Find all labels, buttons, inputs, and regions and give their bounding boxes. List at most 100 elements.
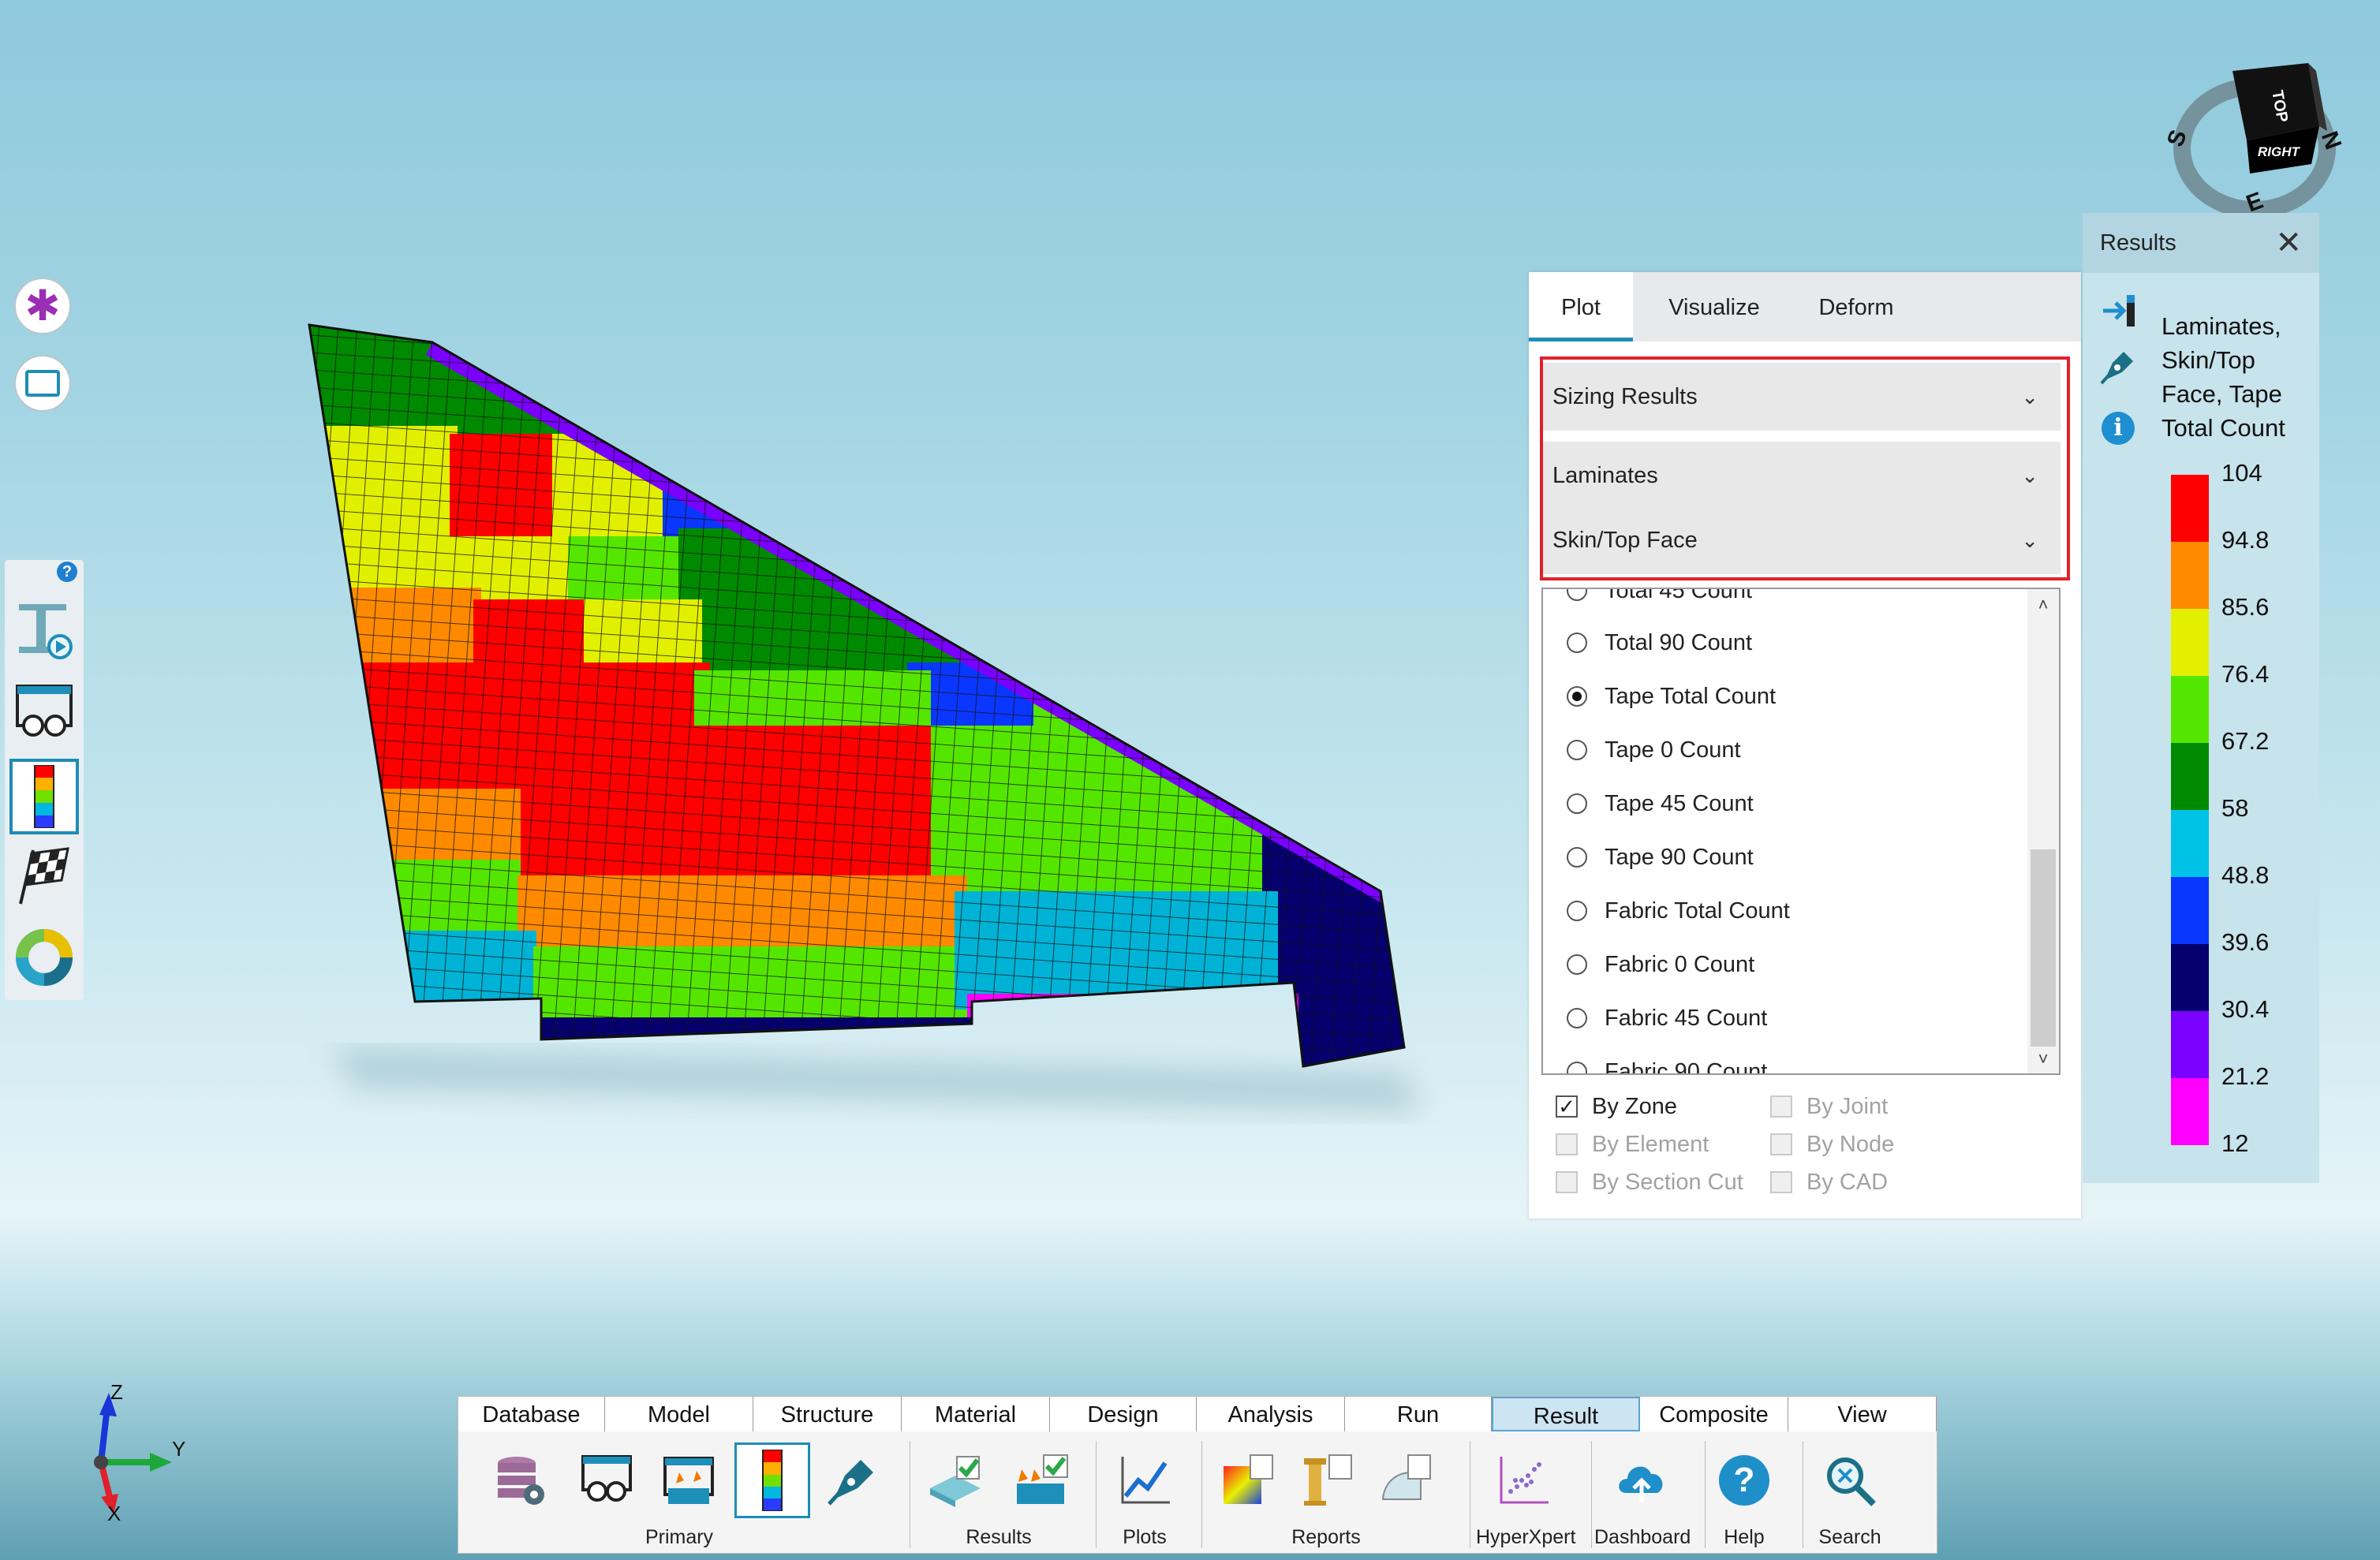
database-settings-button[interactable]	[490, 1449, 553, 1512]
list-item[interactable]: Tape Total Count	[1567, 673, 1776, 720]
legend-value-label: 39.6	[2221, 928, 2270, 956]
shape-report-icon	[1381, 1454, 1431, 1500]
list-item[interactable]: Fabric Total Count	[1567, 887, 1790, 935]
info-icon[interactable]: i	[2102, 412, 2135, 445]
help-button[interactable]: ?	[1713, 1449, 1776, 1512]
contour-button[interactable]	[734, 1442, 810, 1518]
radio-button[interactable]	[1567, 954, 1587, 975]
by-cad-checkbox[interactable]: By CAD	[1770, 1165, 1888, 1200]
shape-report-button[interactable]	[1373, 1449, 1437, 1512]
main-ribbon: Database Model Structure Material Design Anal…	[458, 1396, 1937, 1554]
checkbox-box[interactable]: ✓	[1556, 1095, 1578, 1118]
checkbox-box[interactable]	[1770, 1171, 1792, 1193]
list-item-label: Tape 0 Count	[1605, 737, 1741, 763]
list-item[interactable]: Fabric 45 Count	[1567, 995, 1767, 1042]
viewer-button[interactable]	[575, 1449, 638, 1512]
checkbox-box[interactable]	[1770, 1095, 1792, 1118]
list-item[interactable]: Total 90 Count	[1567, 619, 1752, 666]
ribbon-group-label: Plots	[1123, 1526, 1167, 1548]
close-icon[interactable]: ✕	[2275, 213, 2302, 273]
scroll-up-icon[interactable]: ˄	[2034, 595, 2053, 614]
failure-view-button[interactable]	[657, 1449, 720, 1512]
help-label: Help	[1724, 1526, 1765, 1548]
list-item[interactable]: Tape 90 Count	[1567, 834, 1754, 881]
section-tool-button[interactable]	[9, 592, 79, 667]
by-section-cut-checkbox[interactable]: By Section Cut	[1556, 1165, 1743, 1200]
plot-panel: Plot Visualize Deform Sizing Results ⌄ L…	[1529, 272, 2081, 1219]
list-item-label: Tape 45 Count	[1605, 791, 1754, 816]
checkbox-box[interactable]	[1556, 1171, 1578, 1193]
list-item[interactable]: Fabric 0 Count	[1567, 941, 1754, 988]
tab-plot[interactable]: Plot	[1529, 272, 1633, 341]
legend-title-line: Laminates,	[2161, 312, 2281, 340]
legend-value-label: 76.4	[2221, 660, 2270, 688]
failure-check-button[interactable]	[1011, 1449, 1074, 1512]
tab-deform[interactable]: Deform	[1797, 272, 1915, 341]
tab-visualize[interactable]: Visualize	[1647, 272, 1781, 341]
radio-button[interactable]	[1567, 1008, 1587, 1028]
radio-button[interactable]	[1567, 901, 1587, 921]
ribbon-tab-run[interactable]: Run	[1345, 1397, 1492, 1431]
legend-title: Laminates, Skin/Top Face, Tape Total Cou…	[2161, 309, 2311, 445]
radio-button[interactable]	[1567, 793, 1587, 814]
radio-button[interactable]	[1567, 1062, 1587, 1073]
scroll-down-icon[interactable]: ˅	[2034, 1050, 2053, 1069]
list-item[interactable]: Tape 0 Count	[1567, 726, 1741, 774]
checkbox-box[interactable]	[1556, 1133, 1578, 1155]
legend-value-label: 67.2	[2221, 727, 2270, 755]
failure-check-icon	[1017, 1454, 1068, 1504]
section-beam-icon	[19, 604, 73, 659]
pen-icon[interactable]	[2098, 345, 2139, 386]
finish-tool-button[interactable]	[9, 838, 79, 913]
by-node-checkbox[interactable]: By Node	[1770, 1127, 1894, 1162]
export-icon[interactable]	[2100, 292, 2138, 330]
box-select-button[interactable]	[14, 355, 71, 412]
legend-value-label: 85.6	[2221, 593, 2270, 621]
legend-swatch	[2171, 877, 2209, 944]
radio-button[interactable]	[1567, 589, 1587, 601]
viewer-tool-button[interactable]	[9, 675, 79, 751]
contour-report-button[interactable]	[1216, 1449, 1279, 1512]
checkbox-label: By Section Cut	[1592, 1170, 1743, 1195]
results-panel-title: Results	[2100, 230, 2176, 256]
ribbon-tab-material[interactable]: Material	[902, 1397, 1050, 1431]
navigation-cube[interactable]: TOP RIGHT N S E	[2161, 55, 2351, 229]
search-button[interactable]	[1818, 1449, 1881, 1512]
ribbon-tab-analysis[interactable]: Analysis	[1197, 1397, 1345, 1431]
checkbox-box[interactable]	[1770, 1133, 1792, 1155]
radio-button[interactable]	[1567, 633, 1587, 653]
by-zone-checkbox[interactable]: ✓ By Zone	[1556, 1089, 1677, 1124]
scrollbar-thumb[interactable]	[2031, 849, 2056, 1047]
result-list[interactable]: Total 45 Count Total 90 Count Tape Total…	[1541, 588, 2061, 1075]
radio-button[interactable]	[1567, 686, 1587, 707]
ribbon-tab-design[interactable]: Design	[1050, 1397, 1197, 1431]
legend-value-label: 12	[2221, 1129, 2249, 1157]
checkbox-label: By Node	[1806, 1132, 1895, 1157]
list-item[interactable]: Tape 45 Count	[1567, 780, 1754, 827]
list-item[interactable]: Total 45 Count	[1567, 589, 1752, 614]
radio-button[interactable]	[1567, 847, 1587, 868]
radio-button[interactable]	[1567, 740, 1587, 760]
hyperxpert-button[interactable]	[1492, 1449, 1555, 1512]
dashboard-button[interactable]	[1610, 1449, 1673, 1512]
ribbon-tab-result[interactable]: Result	[1492, 1397, 1640, 1431]
list-scrollbar[interactable]: ˄ ˅	[2027, 589, 2059, 1073]
by-element-checkbox[interactable]: By Element	[1556, 1127, 1709, 1162]
ribbon-tab-database[interactable]: Database	[458, 1397, 605, 1431]
annotate-button[interactable]	[821, 1449, 884, 1512]
ribbon-tab-composite[interactable]: Composite	[1640, 1397, 1788, 1431]
plots-button[interactable]	[1113, 1449, 1176, 1512]
select-all-button[interactable]: ✱	[14, 278, 71, 334]
ribbon-tab-view[interactable]: View	[1788, 1397, 1937, 1431]
ribbon-tab-model[interactable]: Model	[605, 1397, 753, 1431]
results-check-button[interactable]	[924, 1449, 987, 1512]
by-joint-checkbox[interactable]: By Joint	[1770, 1089, 1888, 1124]
help-badge[interactable]: ?	[57, 562, 77, 582]
contour-tool-button[interactable]	[9, 759, 79, 834]
list-item[interactable]: Fabric 90 Count	[1567, 1048, 1767, 1073]
column-report-button[interactable]	[1295, 1449, 1358, 1512]
ring-chart-button[interactable]	[9, 920, 79, 995]
results-panel-header: Results ✕	[2083, 213, 2319, 273]
ribbon-tab-structure[interactable]: Structure	[753, 1397, 902, 1431]
ribbon-group-label: Primary	[645, 1526, 714, 1548]
